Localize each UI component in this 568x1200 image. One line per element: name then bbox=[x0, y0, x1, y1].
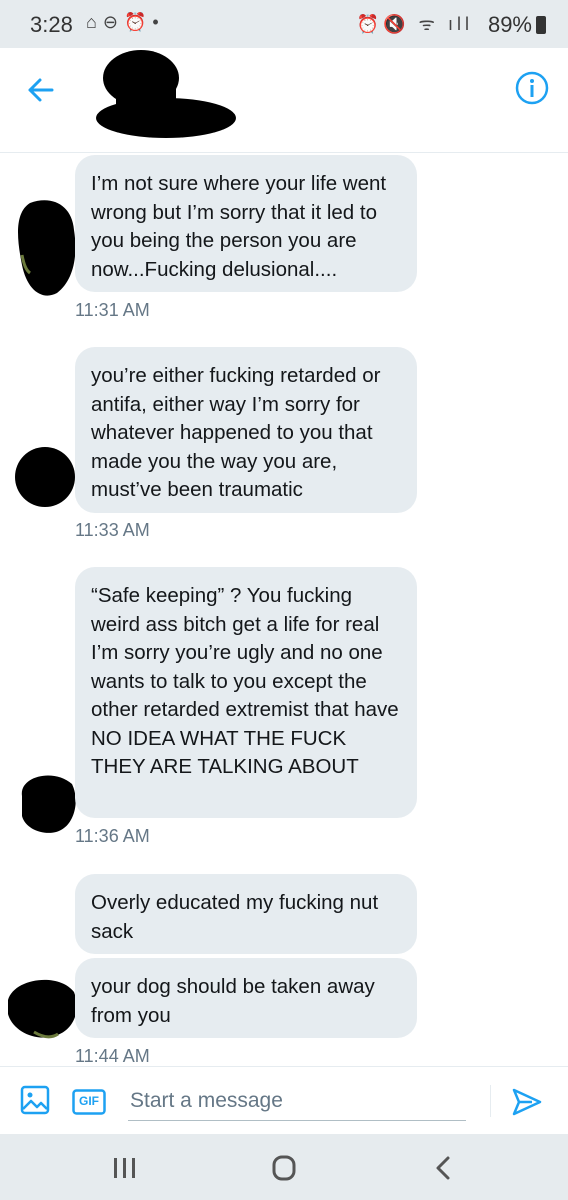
battery-icon bbox=[536, 16, 546, 34]
message-bubble[interactable]: Overly educated my fucking nut sack bbox=[75, 874, 417, 954]
message-input[interactable] bbox=[128, 1081, 466, 1121]
send-icon[interactable] bbox=[510, 1085, 544, 1119]
status-time: 3:28 bbox=[30, 12, 73, 37]
home-icon[interactable] bbox=[264, 1152, 304, 1184]
message-text: your dog should be taken away from you bbox=[91, 975, 375, 1027]
battery-percent: 89% bbox=[487, 12, 532, 37]
message-bubble[interactable]: I’m not sure where your life went wrong … bbox=[75, 155, 417, 292]
system-nav-bar bbox=[0, 1134, 568, 1200]
back-arrow-icon[interactable] bbox=[22, 70, 62, 110]
message-bubble[interactable]: your dog should be taken away from you bbox=[75, 958, 417, 1038]
message-bubble[interactable]: “Safe keeping” ? You fucking weird ass b… bbox=[75, 567, 417, 818]
message-timestamp: 11:36 AM bbox=[75, 826, 150, 846]
redacted-avatar bbox=[15, 447, 75, 507]
message-text: “Safe keeping” ? You fucking weird ass b… bbox=[91, 584, 399, 778]
message-composer: GIF bbox=[0, 1066, 568, 1135]
recent-apps-icon[interactable] bbox=[104, 1152, 144, 1184]
composer-divider bbox=[490, 1085, 491, 1117]
status-bar: 3:28 ⌂⊖⏰• ⏰🔇 ᯤ ıll 89% bbox=[0, 0, 568, 48]
back-nav-icon[interactable] bbox=[424, 1152, 464, 1184]
message-text: you’re either fucking retarded or antifa… bbox=[91, 364, 381, 501]
notification-icons: ⌂⊖⏰• bbox=[86, 12, 165, 32]
info-icon[interactable] bbox=[514, 70, 550, 106]
redacted-avatar bbox=[18, 200, 76, 296]
message-timestamp: 11:44 AM bbox=[75, 1046, 150, 1066]
image-icon[interactable] bbox=[20, 1085, 50, 1115]
redacted-avatar-mark bbox=[96, 50, 236, 138]
message-text: Overly educated my fucking nut sack bbox=[91, 891, 379, 943]
signal-icons: ⏰🔇 ᯤ ıll bbox=[356, 14, 473, 34]
redacted-avatar bbox=[21, 775, 76, 833]
gif-button[interactable]: GIF bbox=[72, 1089, 106, 1115]
message-timestamp: 11:31 AM bbox=[75, 300, 150, 320]
message-timestamp: 11:33 AM bbox=[75, 520, 150, 540]
message-text: I’m not sure where your life went wrong … bbox=[91, 172, 387, 281]
gif-label: GIF bbox=[79, 1094, 99, 1108]
conversation-header bbox=[0, 48, 568, 153]
message-bubble[interactable]: you’re either fucking retarded or antifa… bbox=[75, 347, 417, 513]
redacted-avatar bbox=[8, 979, 77, 1039]
